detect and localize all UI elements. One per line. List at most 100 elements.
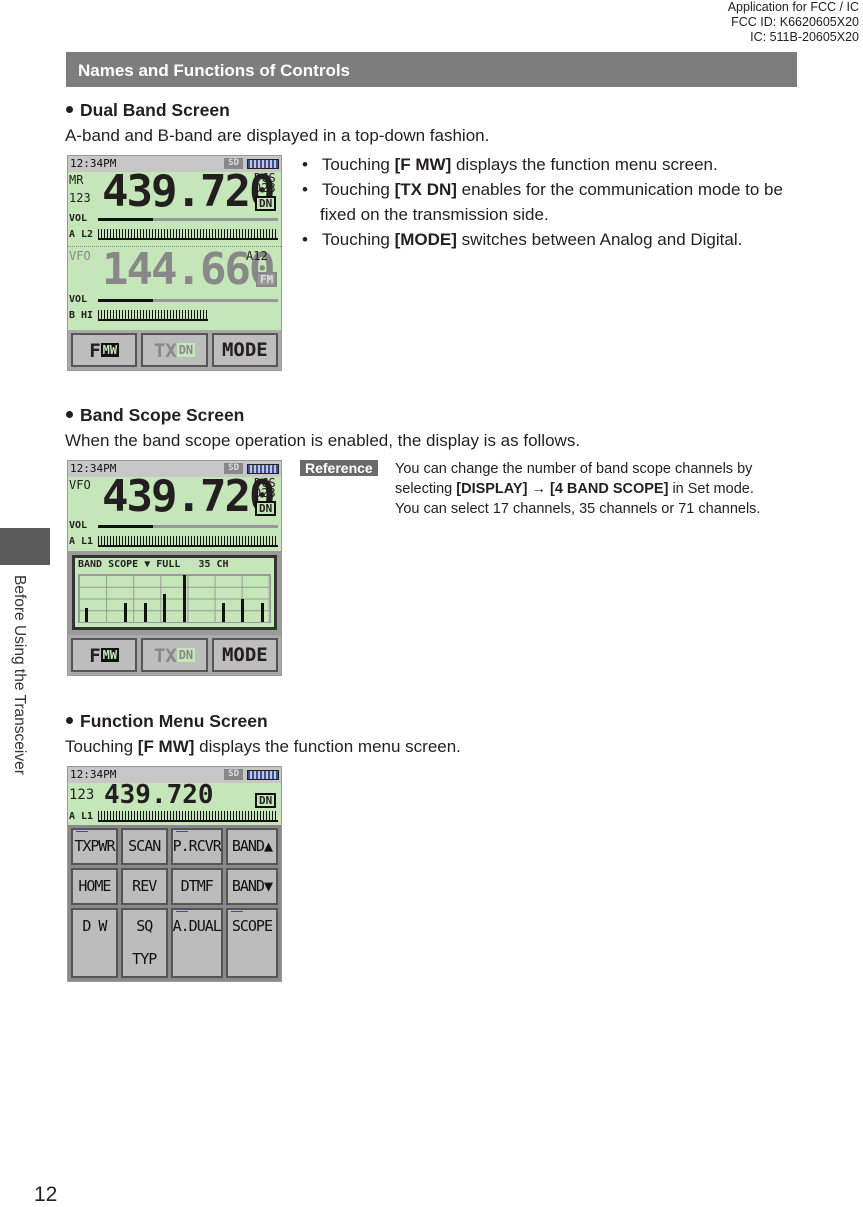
menu-button-band[interactable]: BAND▼ [225, 868, 278, 905]
menu-button-log[interactable]: LOG [71, 981, 118, 982]
frequency: 439.720 [104, 780, 214, 810]
title-text: Band Scope Screen [80, 405, 245, 425]
scope-signal-bar [85, 607, 88, 622]
volume-bar [98, 525, 278, 528]
menu-button-scope[interactable]: SCOPE [225, 908, 278, 978]
bullet-item: • Touching [MODE] switches between Analo… [302, 230, 743, 249]
menu-button-home[interactable]: HOME [71, 868, 118, 905]
fm-mode-icon: FM [256, 272, 278, 287]
section-header: Names and Functions of Controls [66, 52, 797, 87]
scope-signal-bar [163, 593, 166, 622]
band-scope-screen: 12:34PM SD VFO 439.720 DCS 023 DN VOL A … [67, 460, 282, 676]
title-text: Dual Band Screen [80, 100, 230, 120]
dcs-code: 023 [254, 181, 276, 195]
menu-button-dtmf[interactable]: DTMF [170, 868, 223, 905]
scope-channels: 35 CH [198, 559, 229, 570]
bullet-dot-icon [66, 106, 73, 113]
b-s-meter-label: B HI [69, 310, 94, 321]
band-scope-panel: BAND SCOPE ▼ FULL 35 CH [72, 555, 277, 630]
reference-note: Reference You can change the number of b… [300, 459, 770, 519]
dcs-code: 023 [254, 486, 276, 500]
b-volume-bar [98, 299, 278, 302]
scope-signal-bar [221, 603, 225, 622]
channel: 123 [69, 787, 95, 803]
menu-button-band[interactable]: BAND▲ [225, 828, 278, 865]
scope-signal-bar [124, 603, 127, 622]
f-mw-button[interactable]: F MW [71, 638, 138, 672]
menu-button-s-list[interactable]: S.LIST [226, 981, 278, 982]
dn-mode-icon: DN [255, 196, 277, 211]
reference-tag: Reference [300, 460, 378, 476]
section-title: Dual Band Screen [65, 100, 230, 121]
scope-signal-bar [260, 603, 264, 622]
bullet-item: • Touching [F MW] displays the function … [302, 155, 718, 174]
b-band-mode: VFO [69, 249, 91, 263]
menu-button-a-dual[interactable]: A.DUAL [170, 908, 223, 978]
a-band-mode: MR [69, 173, 84, 187]
bullet-dot-icon [66, 411, 73, 418]
vol-label: VOL [69, 520, 88, 531]
section-title: Function Menu Screen [65, 711, 268, 732]
s-meter-label: A L1 [69, 811, 94, 822]
menu-button-rev[interactable]: REV [120, 868, 168, 905]
a-volume-bar [98, 218, 278, 221]
vol-label: VOL [69, 294, 88, 305]
bullet-list: • Touching [F MW] displays the function … [302, 152, 792, 252]
frequency: 439.720 [102, 471, 275, 522]
reference-line: You can change the number of band scope … [395, 461, 753, 477]
menu-button-p-rcvr[interactable]: P.RCVR [170, 828, 223, 865]
sd-card-icon: SD [224, 769, 243, 780]
fcc-line: Application for FCC / IC [727, 0, 859, 14]
menu-button-d-w[interactable]: D W [71, 908, 118, 978]
soft-buttons: F MW TX DN MODE [68, 635, 281, 675]
mode-button[interactable]: MODE [211, 638, 278, 672]
menu-button-bcn-tx[interactable]: BCN-TX [121, 981, 168, 982]
a-band-channel: 123 [69, 191, 91, 205]
tx-dn-button[interactable]: TX DN [141, 333, 208, 367]
dn-mode-icon: DN [255, 793, 277, 808]
fcc-id-block: Application for FCC / IC FCC ID: K662060… [728, 0, 859, 45]
menu-button-m-list[interactable]: M.LIST [171, 981, 223, 982]
soft-buttons: F MW TX DN MODE [68, 330, 281, 370]
mode-button[interactable]: MODE [211, 333, 278, 367]
dn-mode-icon: DN [255, 501, 277, 516]
function-menu-grid: TXPWR SCAN P.RCVR BAND▲ HOME REV DTMF BAND▼ D WS… [68, 825, 281, 982]
section-desc: When the band scope operation is enabled… [65, 431, 581, 450]
menu-button-scan[interactable]: SCAN [120, 828, 168, 865]
bullet-dot-icon [66, 717, 73, 724]
reference-line: You can select 17 channels, 35 channels … [395, 501, 761, 517]
s-meter [98, 536, 278, 547]
title-text: Function Menu Screen [80, 711, 268, 731]
dual-band-screen: 12:34PM SD MR 123 439.720 DCS 023 DN VOL… [67, 155, 282, 371]
tx-dn-button[interactable]: TX DN [141, 638, 208, 672]
a-s-meter-label: A L2 [69, 229, 94, 240]
f-mw-button[interactable]: F MW [71, 333, 138, 367]
menu-button-sq-typ[interactable]: SQ TYP [120, 908, 168, 978]
page-number: 12 [34, 1183, 58, 1206]
function-menu-screen: 12:34PM SD 123 439.720 DN A L1 TXPWR SCAN… [67, 766, 282, 982]
section-desc: A-band and B-band are displayed in a top… [65, 126, 490, 145]
a-band-frequency: 439.720 [102, 166, 275, 217]
b-memory-label: A12 [246, 249, 268, 263]
s-meter-label: A L1 [69, 536, 94, 547]
vol-label: VOL [69, 213, 88, 224]
scope-range: FULL [156, 559, 181, 570]
scope-graph [78, 574, 271, 623]
reference-line: selecting [DISPLAY] → [4 BAND SCOPE] in … [395, 481, 754, 497]
scope-signal-bar [241, 598, 244, 622]
menu-button-txpwr[interactable]: TXPWR [71, 828, 118, 865]
s-meter [98, 811, 278, 822]
b-s-meter [98, 310, 208, 321]
scope-signal-bar [182, 575, 186, 622]
scope-title: BAND SCOPE [78, 559, 139, 570]
scope-signal-bar [143, 603, 147, 622]
section-title: Band Scope Screen [65, 405, 244, 426]
bullet-item: • Touching [TX DN] enables for the commu… [302, 180, 783, 224]
battery-icon [247, 770, 279, 780]
fcc-line: IC: 511B-20605X20 [750, 30, 859, 44]
side-tab-label: Before Using the Transceiver [11, 575, 28, 775]
side-tab-marker [0, 528, 50, 565]
section-desc: Touching [F MW] displays the function me… [65, 737, 461, 756]
a-s-meter [98, 229, 278, 240]
fcc-line: FCC ID: K6620605X20 [731, 15, 859, 29]
